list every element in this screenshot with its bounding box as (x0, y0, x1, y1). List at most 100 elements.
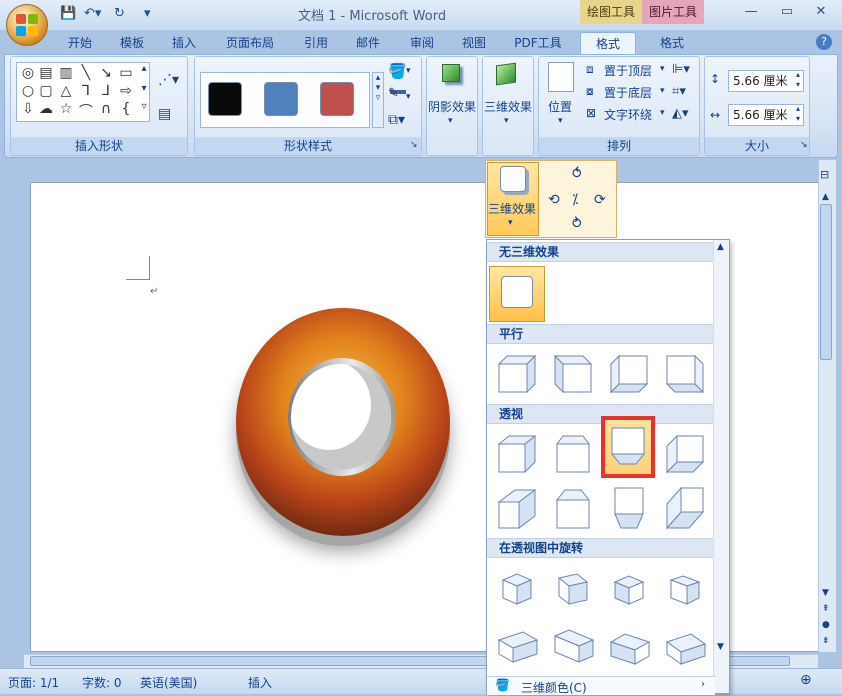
group-objects-icon[interactable]: ⌗▾ (672, 84, 686, 99)
tilt-down-icon[interactable]: ⥁ (572, 216, 582, 232)
draw-textbox-icon[interactable]: ▤ (158, 106, 171, 122)
ruler-toggle-icon[interactable]: ⊟ (820, 168, 829, 181)
styles-gallery-scroll[interactable]: ▴ ▾ ▿ (372, 72, 384, 128)
tab-pdf-tools[interactable]: PDF工具 (506, 32, 570, 54)
rotate-perspective-option-8[interactable] (663, 622, 707, 666)
rectangle-shape-icon[interactable]: ▭ (117, 65, 135, 81)
arrow-line-icon[interactable]: ↘ (97, 65, 115, 81)
elbow-connector-icon[interactable]: ⅂ (77, 83, 95, 99)
tab-format-drawing[interactable]: 格式 (580, 32, 636, 54)
shape-height-input[interactable]: 5.66 厘米 (728, 70, 804, 92)
gallery-scroll-up-icon[interactable]: ▲ (717, 242, 724, 252)
perspective-option-7[interactable] (607, 486, 651, 530)
bring-to-front-button[interactable]: 置于顶层 (604, 62, 652, 79)
tab-view[interactable]: 视图 (452, 32, 496, 54)
3d-color-menu-item[interactable]: 🪣 三维颜色(C) › (487, 676, 715, 695)
bring-to-front-dropdown-icon[interactable]: ▾ (660, 64, 665, 74)
3d-dropdown-icon[interactable]: ▾ (504, 116, 509, 126)
right-arrow-shape-icon[interactable]: ⇨ (117, 83, 135, 99)
rotate-perspective-option-7[interactable] (607, 622, 651, 666)
down-arrow-shape-icon[interactable]: ⇩ (19, 101, 37, 117)
change-shape-icon[interactable]: ⧉▾ (388, 112, 405, 128)
oval-shape-icon[interactable]: ◎ (19, 65, 37, 81)
rotate-icon[interactable]: ◭▾ (672, 106, 689, 121)
tab-insert[interactable]: 插入 (162, 32, 206, 54)
tab-page-layout[interactable]: 页面布局 (218, 32, 282, 54)
star-shape-icon[interactable]: ☆ (57, 101, 75, 117)
triangle-shape-icon[interactable]: △ (57, 83, 75, 99)
maximize-button[interactable]: ▭ (776, 4, 798, 20)
rotate-perspective-option-3[interactable] (607, 568, 651, 612)
prev-page-icon[interactable]: ⇞ (822, 604, 830, 614)
3d-effects-button[interactable]: 三维效果 (484, 98, 532, 115)
style-swatch-red[interactable] (320, 82, 354, 116)
curve-shape-icon[interactable]: ∩ (97, 101, 115, 117)
office-button[interactable] (6, 4, 48, 46)
shadow-effects-button[interactable]: 阴影效果 (428, 98, 476, 115)
tab-references[interactable]: 引用 (294, 32, 338, 54)
perspective-option-selected[interactable] (601, 416, 655, 478)
line-shape-icon[interactable]: ╲ (77, 65, 95, 81)
perspective-option-5[interactable] (495, 486, 539, 530)
edit-shape-icon[interactable]: ⋰▾ (158, 72, 179, 88)
position-button[interactable]: 位置 (548, 98, 572, 115)
perspective-option-6[interactable] (551, 486, 595, 530)
rounded-rect-icon[interactable]: ▢ (37, 83, 55, 99)
scroll-up-arrow-icon[interactable]: ▲ (822, 192, 829, 202)
browse-object-icon[interactable]: ● (822, 620, 830, 630)
scroll-down-arrow-icon[interactable]: ▼ (822, 588, 829, 598)
shadow-effects-icon[interactable] (442, 64, 460, 82)
tab-review[interactable]: 审阅 (400, 32, 444, 54)
shapes-gallery[interactable]: ◎ ▤ ▥ ╲ ↘ ▭ ○ ▢ △ ⅂ ⅃ ⇨ ⇩ ☁ ☆ ⌒ ∩ { ▴ ▾ … (16, 62, 150, 122)
status-insert-mode[interactable]: 插入 (248, 674, 272, 691)
status-page[interactable]: 页面: 1/1 (8, 674, 59, 691)
perspective-option-4[interactable] (663, 432, 707, 476)
rotate-perspective-option-2[interactable] (551, 568, 595, 612)
position-icon[interactable] (548, 62, 574, 92)
3d-effects-icon[interactable] (496, 62, 516, 86)
vertical-textbox-icon[interactable]: ▥ (57, 65, 75, 81)
close-button[interactable]: ✕ (810, 4, 832, 20)
tilt-left-icon[interactable]: ⟲ (548, 192, 560, 208)
minimize-button[interactable]: — (740, 4, 762, 20)
scroll-up-icon[interactable]: ▴ (135, 63, 153, 74)
text-wrapping-icon[interactable]: ⊠ (586, 106, 596, 120)
brace-shape-icon[interactable]: { (117, 101, 135, 117)
next-page-icon[interactable]: ⇟ (822, 636, 830, 646)
shape-styles-launcher-icon[interactable]: ↘ (410, 140, 418, 150)
save-icon[interactable]: 💾 (60, 6, 76, 24)
style-swatch-blue[interactable] (264, 82, 298, 116)
shape-outline-dropdown-icon[interactable]: ▾ (406, 92, 411, 102)
shape-fill-dropdown-icon[interactable]: ▾ (406, 66, 411, 76)
shape-fill-icon[interactable]: 🪣 (388, 62, 407, 80)
vertical-scroll-thumb[interactable] (820, 204, 832, 360)
3d-toggle-icon[interactable]: ⁒ (572, 192, 578, 208)
text-wrapping-button[interactable]: 文字环绕 (604, 106, 652, 123)
tab-format-picture[interactable]: 格式 (644, 32, 700, 54)
undo-icon[interactable]: ↶▾ (84, 6, 101, 24)
gallery-scrollbar[interactable]: ▲ ▼ (713, 240, 729, 693)
tilt-right-icon[interactable]: ⟳ (594, 192, 606, 208)
text-wrapping-dropdown-icon[interactable]: ▾ (660, 108, 665, 118)
redo-icon[interactable]: ↻ (114, 6, 125, 24)
send-to-back-dropdown-icon[interactable]: ▾ (660, 86, 665, 96)
width-spinner[interactable]: ▴ ▾ (796, 104, 800, 124)
status-language[interactable]: 英语(美国) (140, 674, 197, 691)
perspective-option-8[interactable] (663, 486, 707, 530)
rotate-perspective-option-4[interactable] (663, 568, 707, 612)
zoom-in-icon[interactable]: ⊕ (800, 672, 812, 688)
parallel-oblique-bottom-left[interactable] (607, 352, 651, 396)
freeform-shape-icon[interactable]: ☁ (37, 101, 55, 117)
parallel-oblique-top-left[interactable] (495, 352, 539, 396)
gallery-scroll-down-icon[interactable]: ▼ (717, 642, 724, 652)
shape-outline-icon[interactable]: ✎ (388, 86, 399, 101)
perspective-option-1[interactable] (495, 432, 539, 476)
height-spinner[interactable]: ▴ ▾ (796, 70, 800, 90)
status-word-count[interactable]: 字数: 0 (82, 674, 122, 691)
arc-shape-icon[interactable]: ⌒ (77, 101, 95, 121)
tab-home[interactable]: 开始 (58, 32, 102, 54)
align-icon[interactable]: ⊫▾ (672, 62, 690, 77)
elbow-arrow-icon[interactable]: ⅃ (97, 83, 115, 99)
perspective-option-2[interactable] (551, 432, 595, 476)
parallel-oblique-bottom-right[interactable] (663, 352, 707, 396)
